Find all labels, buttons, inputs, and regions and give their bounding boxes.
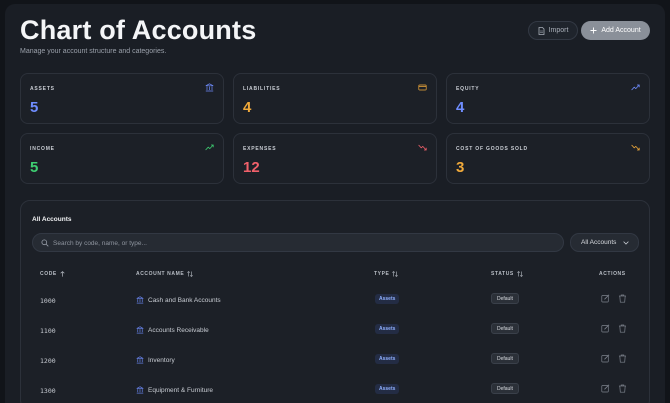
document-icon	[538, 26, 544, 35]
trending-down-icon	[418, 144, 427, 151]
account-code: 1100	[40, 327, 56, 335]
column-header-label: ACCOUNT NAME	[136, 271, 185, 277]
account-code: 1000	[40, 297, 56, 305]
column-header-label: ACTIONS	[599, 271, 626, 277]
account-name-label: Equipment & Furniture	[148, 386, 214, 394]
trash-icon[interactable]	[618, 384, 627, 393]
account-name-label: Cash and Bank Accounts	[148, 296, 221, 304]
column-header-status[interactable]: STATUS	[491, 271, 523, 277]
import-button[interactable]: Import	[528, 21, 578, 40]
account-name-label: Inventory	[148, 356, 175, 364]
summary-card-cogs[interactable]: COST OF GOODS SOLD 3	[446, 133, 650, 184]
card-value: 5	[30, 99, 39, 116]
status-badge: Default	[491, 293, 519, 304]
sort-icon	[187, 271, 194, 277]
status-badge: Default	[491, 353, 519, 364]
card-label: LIABILITIES	[243, 86, 281, 92]
account-name: Equipment & Furniture	[136, 386, 213, 394]
card-value: 3	[456, 159, 465, 176]
table-row[interactable]: 1300 Equipment & Furniture Assets Defaul…	[21, 383, 651, 403]
account-name: Inventory	[136, 356, 175, 364]
column-header-name[interactable]: ACCOUNT NAME	[136, 271, 194, 277]
sort-icon	[517, 271, 523, 277]
import-button-label: Import	[548, 27, 569, 34]
card-label: EXPENSES	[243, 146, 277, 152]
search-input[interactable]	[53, 237, 553, 249]
edit-icon[interactable]	[601, 294, 610, 303]
column-header-label: CODE	[40, 271, 57, 277]
card-label: COST OF GOODS SOLD	[456, 146, 528, 152]
search-icon	[41, 239, 49, 247]
type-badge: Assets	[375, 354, 400, 364]
bank-icon	[136, 386, 144, 394]
card-value: 12	[243, 159, 260, 176]
account-name-label: Accounts Receivable	[148, 326, 209, 334]
accounts-panel: All Accounts All Accounts CODE ACCOUNT N…	[20, 200, 650, 403]
summary-card-liabilities[interactable]: LIABILITIES 4	[233, 73, 437, 124]
account-name: Cash and Bank Accounts	[136, 296, 221, 304]
bank-icon	[136, 356, 144, 364]
column-header-label: TYPE	[374, 271, 390, 277]
bank-icon	[205, 83, 214, 92]
status-badge: Default	[491, 323, 519, 334]
credit-card-icon	[418, 84, 427, 91]
trending-up-icon	[205, 144, 214, 151]
table-row[interactable]: 1000 Cash and Bank Accounts Assets Defau…	[21, 293, 651, 327]
add-account-button-label: Add Account	[601, 27, 641, 34]
trash-icon[interactable]	[618, 294, 627, 303]
bank-icon	[136, 296, 144, 304]
edit-icon[interactable]	[601, 324, 610, 333]
summary-card-assets[interactable]: ASSETS 5	[20, 73, 224, 124]
card-value: 4	[456, 99, 465, 116]
type-badge: Assets	[375, 324, 400, 334]
type-badge: Assets	[375, 384, 400, 394]
summary-card-equity[interactable]: EQUITY 4	[446, 73, 650, 124]
trash-icon[interactable]	[618, 324, 627, 333]
account-code: 1200	[40, 357, 56, 365]
page-title: Chart of Accounts	[20, 15, 257, 45]
edit-icon[interactable]	[601, 354, 610, 363]
table-row[interactable]: 1200 Inventory Assets Default	[21, 353, 651, 387]
card-label: ASSETS	[30, 86, 55, 92]
panel-title: All Accounts	[32, 216, 72, 223]
account-name: Accounts Receivable	[136, 326, 209, 334]
summary-card-income[interactable]: INCOME 5	[20, 133, 224, 184]
page: Chart of Accounts Manage your account st…	[5, 4, 665, 403]
column-header-actions: ACTIONS	[599, 271, 626, 277]
summary-card-expenses[interactable]: EXPENSES 12	[233, 133, 437, 184]
column-header-label: STATUS	[491, 271, 514, 277]
bank-icon	[136, 326, 144, 334]
sort-icon	[392, 271, 399, 277]
card-value: 4	[243, 99, 252, 116]
add-account-button[interactable]: Add Account	[581, 21, 650, 40]
card-value: 5	[30, 159, 39, 176]
plus-icon	[590, 27, 597, 34]
column-header-code[interactable]: CODE	[40, 271, 65, 277]
trash-icon[interactable]	[618, 354, 627, 363]
trending-up-icon	[631, 84, 640, 91]
column-header-type[interactable]: TYPE	[374, 271, 399, 277]
type-badge: Assets	[375, 294, 400, 304]
chevron-down-icon	[623, 241, 629, 245]
trending-down-icon	[631, 144, 640, 151]
status-badge: Default	[491, 383, 519, 394]
type-filter-select[interactable]: All Accounts	[570, 233, 639, 252]
table-row[interactable]: 1100 Accounts Receivable Assets Default	[21, 323, 651, 357]
card-label: EQUITY	[456, 86, 480, 92]
type-filter-value: All Accounts	[581, 239, 617, 246]
search-field[interactable]	[32, 233, 564, 252]
account-code: 1300	[40, 387, 56, 395]
edit-icon[interactable]	[601, 384, 610, 393]
page-subtitle: Manage your account structure and catego…	[20, 48, 167, 55]
card-label: INCOME	[30, 146, 55, 152]
arrow-up-icon	[60, 271, 65, 277]
